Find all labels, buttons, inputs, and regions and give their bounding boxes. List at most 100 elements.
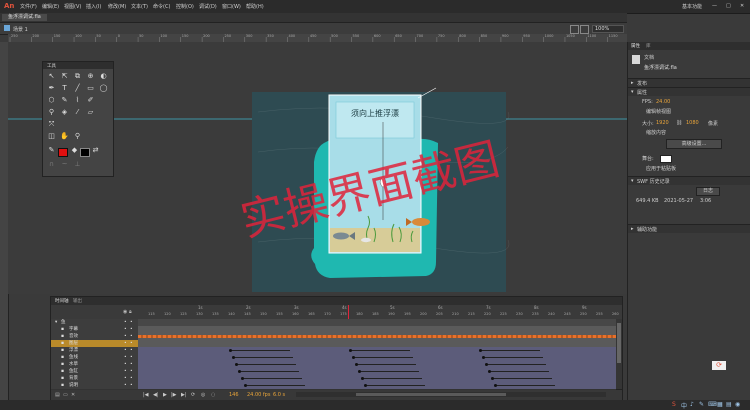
apply-to-pasteboard-option[interactable]: 应用于粘贴板 [646, 165, 676, 172]
tween-span[interactable] [353, 357, 413, 358]
onion-skin-icon[interactable]: ◎ [201, 392, 205, 398]
edit-frame-view-option[interactable]: 编辑帧视图 [646, 108, 671, 115]
eye-icon[interactable]: ◉ [123, 309, 127, 315]
prev-frame-button[interactable]: ◀| [153, 392, 159, 398]
stage-color-swatch[interactable] [660, 155, 672, 163]
properties-section-header[interactable]: ▾ 属性 [628, 87, 750, 96]
tray-icon[interactable]: ◉ [735, 401, 740, 408]
tray-icon[interactable]: S [672, 401, 676, 408]
visibility-toggle[interactable]: • [124, 361, 127, 368]
keyframe[interactable] [361, 377, 364, 380]
tween-span[interactable] [242, 378, 302, 379]
3d-rotation-icon[interactable]: ⊕ [86, 72, 95, 81]
lock-icon[interactable]: 🔒︎ [129, 309, 132, 315]
tab-properties[interactable]: 属性 [631, 43, 640, 49]
new-folder-icon[interactable]: ▭ [63, 392, 68, 398]
menu-edit[interactable]: 编辑(E) [42, 3, 59, 10]
eyedropper-icon[interactable]: ⁄ [73, 108, 82, 117]
tab-timeline[interactable]: 时间轴 [55, 298, 69, 304]
time-readout[interactable]: 6.0 s [273, 392, 285, 398]
hand-tool-icon[interactable]: ✋ [60, 132, 69, 141]
log-button[interactable]: 日志 [696, 187, 720, 196]
visibility-toggle[interactable]: • [124, 340, 127, 347]
swf-history-header[interactable]: ▾ SWF 历史记录 [628, 176, 750, 185]
keyframe[interactable] [235, 363, 238, 366]
lock-toggle[interactable]: • [130, 354, 133, 361]
timeline-hscroll[interactable] [296, 392, 606, 397]
fps-readout[interactable]: 24.00 fps [247, 392, 270, 398]
lock-toggle[interactable]: • [130, 347, 133, 354]
keyframe[interactable] [349, 349, 352, 352]
visibility-toggle[interactable]: • [124, 382, 127, 389]
keyframe[interactable] [358, 370, 361, 373]
fill-color-icon[interactable]: ◆ [70, 146, 79, 155]
tween-span[interactable] [489, 371, 549, 372]
lock-toggle[interactable]: • [130, 361, 133, 368]
menu-modify[interactable]: 修改(M) [108, 3, 126, 10]
paint-brush-icon[interactable]: ✐ [86, 96, 95, 105]
keyframe[interactable] [244, 384, 247, 387]
keyframe[interactable] [364, 384, 367, 387]
scale-content-option[interactable]: 缩放内容 [646, 129, 666, 136]
menu-control[interactable]: 控制(O) [176, 3, 194, 10]
keyframe[interactable] [488, 370, 491, 373]
hscroll-thumb[interactable] [356, 393, 506, 396]
width-tool-icon[interactable]: ⤧ [47, 120, 56, 129]
oval-tool-icon[interactable]: ◯ [99, 84, 108, 93]
timeline-frame-ruler[interactable]: 1s2s3s4s5s6s7s8s9s10s 115120125130135140… [138, 305, 637, 320]
visibility-toggle[interactable]: • [124, 347, 127, 354]
text-tool-icon[interactable]: T [60, 84, 69, 93]
timeline-vscroll[interactable] [616, 319, 622, 389]
tween-span[interactable] [245, 385, 305, 386]
menu-commands[interactable]: 命令(C) [153, 3, 170, 10]
rectangle-tool-icon[interactable]: ▭ [86, 84, 95, 93]
onion-outline-icon[interactable]: ◌ [211, 392, 215, 398]
tween-span[interactable] [362, 378, 422, 379]
publish-section-header[interactable]: ▸ 发布 [628, 78, 750, 87]
workspace-switcher[interactable]: 基本功能 [682, 3, 702, 10]
first-frame-button[interactable]: |◀ [143, 392, 149, 398]
layer-row[interactable]: ▪ 说明 • • [51, 382, 138, 390]
tween-span[interactable] [359, 371, 419, 372]
tray-badge-icon[interactable]: ⟳ [712, 361, 726, 370]
tray-icon[interactable]: ♪ [690, 401, 694, 408]
pencil-tool-icon[interactable]: ✎ [60, 96, 69, 105]
new-layer-icon[interactable]: ▤ [55, 392, 60, 398]
smooth-icon[interactable]: ~ [60, 160, 69, 169]
fps-value[interactable]: 24.00 [656, 99, 670, 105]
tween-span[interactable] [233, 357, 293, 358]
paint-bucket-icon[interactable]: ◈ [60, 108, 69, 117]
visibility-toggle[interactable]: • [124, 319, 127, 326]
tray-icon[interactable]: ▦ [717, 401, 723, 408]
play-button[interactable]: ▶ [163, 392, 167, 398]
straighten-icon[interactable]: ⟂ [73, 160, 82, 169]
document-tab[interactable]: 鱼浮漂调试.fla [2, 14, 47, 21]
current-frame[interactable]: 146 [229, 392, 239, 398]
zoom-tool-icon[interactable]: ⚲ [73, 132, 82, 141]
menu-insert[interactable]: 插入(I) [86, 3, 101, 10]
tween-span[interactable] [356, 364, 416, 365]
keyframe[interactable] [355, 363, 358, 366]
keyframe[interactable] [229, 349, 232, 352]
visibility-toggle[interactable]: • [124, 333, 127, 340]
lock-toggle[interactable]: • [130, 375, 133, 382]
lock-toggle[interactable]: • [130, 340, 133, 347]
pen-tool-icon[interactable]: ✒ [47, 84, 56, 93]
menu-window[interactable]: 窗口(W) [222, 3, 241, 10]
swap-colors-icon[interactable]: ⇄ [91, 146, 100, 155]
accessibility-header[interactable]: ▸ 辅助功能 [628, 224, 750, 233]
last-frame-button[interactable]: ▶| [181, 392, 187, 398]
tools-panel-header[interactable]: 工具 [43, 62, 113, 69]
next-frame-button[interactable]: |▶ [171, 392, 177, 398]
advanced-settings-button[interactable]: 高级设置... [666, 139, 722, 149]
polystar-tool-icon[interactable]: ⬡ [47, 96, 56, 105]
tween-span[interactable] [483, 357, 543, 358]
menu-debug[interactable]: 调试(D) [199, 3, 217, 10]
keyframe[interactable] [479, 349, 482, 352]
subselection-tool-icon[interactable]: ⇱ [60, 72, 69, 81]
visibility-toggle[interactable]: • [124, 375, 127, 382]
lock-toggle[interactable]: • [130, 382, 133, 389]
tab-library[interactable]: 库 [646, 43, 651, 49]
keyframe[interactable] [482, 356, 485, 359]
tray-icon[interactable]: ✎ [699, 401, 704, 408]
